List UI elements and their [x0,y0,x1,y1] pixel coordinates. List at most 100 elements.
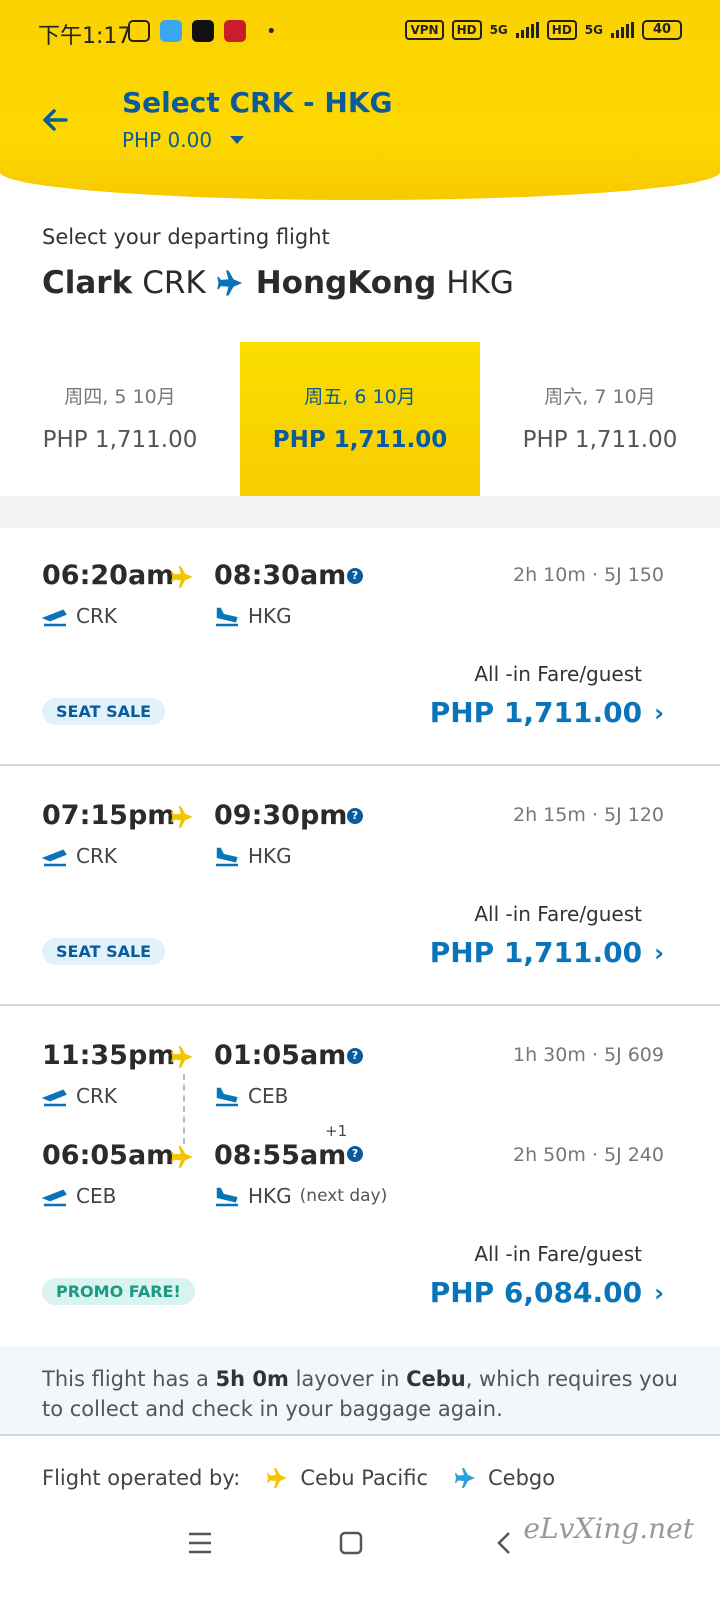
bank-app-icon [224,20,246,42]
route-label: Select your departing flight [42,225,330,249]
arrive-time: 08:55am [214,1140,347,1171]
dest-city: HongKong [255,265,437,301]
dest-airport: HKG (next day) [214,1184,387,1208]
back-icon[interactable] [494,1530,514,1556]
date-tab-day: 周四, 5 10月 [64,386,176,408]
help-icon[interactable]: ? [347,1048,363,1064]
origin-city: Clark [42,265,133,301]
plane-icon [171,566,193,588]
plane-icon [171,1146,193,1168]
seat-sale-badge: SEAT SALE [42,698,166,725]
landing-icon [216,847,238,867]
nfc-icon [128,20,150,42]
help-icon[interactable]: ? [347,808,363,824]
landing-icon [216,607,238,627]
vpn-badge: VPN [405,20,444,40]
plane-icon [171,1046,193,1068]
total-price: PHP 0.00 [122,128,213,152]
origin-airport: CRK [42,844,117,868]
net-5g-label: 5G [489,23,508,37]
layover-city: Cebu [406,1367,466,1391]
plane-icon [216,270,242,296]
operated-by-label: Flight operated by: [42,1466,241,1490]
dest-airport: HKG [214,844,292,868]
date-tab-sat[interactable]: 周六, 7 10月 PHP 1,711.00 [480,342,720,496]
arrive-time: 08:30am [214,560,347,591]
depart-time: 06:05am [42,1140,175,1171]
app-blue-icon [160,20,182,42]
chevron-right-icon: › [654,698,664,727]
battery-icon: 40 [642,20,682,40]
fare-label: All -in Fare/guest [474,902,642,926]
chevron-right-icon: › [654,938,664,967]
home-icon[interactable] [338,1530,364,1556]
date-tab-fri[interactable]: 周五, 6 10月 PHP 1,711.00 [240,342,480,496]
date-tab-day: 周六, 7 10月 [544,386,656,408]
takeoff-icon [42,1089,67,1107]
date-tab-price: PHP 1,711.00 [522,427,678,453]
plane-icon [455,1468,476,1488]
depart-time: 06:20am [42,560,175,591]
dest-airport: HKG [214,604,292,628]
connection-line [183,1074,185,1144]
signal-icon [515,22,539,38]
status-app-icons: • [128,20,277,42]
fare-label: All -in Fare/guest [474,1242,642,1266]
date-selector: 周四, 5 10月 PHP 1,711.00 周五, 6 10月 PHP 1,7… [0,342,720,496]
arrive-time: 09:30pm [214,800,348,831]
origin-airport: CEB [42,1184,116,1208]
carrier-cebu-pacific: Cebu Pacific [266,1466,428,1490]
date-tab-thu[interactable]: 周四, 5 10月 PHP 1,711.00 [0,342,240,496]
plane-icon [171,806,193,828]
arrive-time: 01:05am [214,1040,347,1071]
fare-price[interactable]: PHP 6,084.00 › [430,1276,664,1309]
net-5g-label-2: 5G [584,23,603,37]
hd-badge-2: HD [546,20,577,40]
flight-duration: 2h 15m · 5J 120 [513,804,664,826]
hd-badge: HD [451,20,482,40]
origin-airport: CRK [42,1084,117,1108]
route-title: Clark CRK HongKong HKG [42,265,514,301]
help-icon[interactable]: ? [347,568,363,584]
status-bar: 下午1:17 • VPN HD 5G HD 5G 40 [0,0,720,60]
flight-card[interactable]: 07:15pm 09:30pm ? 2h 15m · 5J 120 CRK HK… [0,768,720,1006]
fare-label: All -in Fare/guest [474,662,642,686]
status-indicators: VPN HD 5G HD 5G 40 [405,20,682,40]
total-price-toggle[interactable]: PHP 0.00 [122,128,245,152]
layover-duration: 5h 0m [215,1367,289,1391]
flight-duration: 1h 30m · 5J 609 [513,1044,664,1066]
depart-time: 07:15pm [42,800,176,831]
help-icon[interactable]: ? [347,1146,363,1162]
chevron-right-icon: › [654,1278,664,1307]
seat-sale-badge: SEAT SALE [42,938,166,965]
signal-icon-2 [611,22,634,38]
takeoff-icon [42,609,67,627]
arrow-left-icon [43,109,68,131]
origin-airport: CRK [42,604,117,628]
header: 下午1:17 • VPN HD 5G HD 5G 40 Select CRK -… [0,0,720,200]
flight-card[interactable]: 06:20am 08:30am ? 2h 10m · 5J 150 CRK HK… [0,528,720,766]
fare-price[interactable]: PHP 1,711.00 › [430,696,664,729]
flight-duration: 2h 50m · 5J 240 [513,1144,664,1166]
takeoff-icon [42,849,67,867]
landing-icon [216,1087,238,1107]
fare-price[interactable]: PHP 1,711.00 › [430,936,664,969]
dot-icon: • [266,20,277,42]
dest-airport: CEB [214,1084,288,1108]
dest-code: HKG [446,265,514,301]
caret-down-icon [230,136,245,144]
date-tab-price: PHP 1,711.00 [42,427,198,453]
flight-card[interactable]: 11:35pm 01:05am ? 1h 30m · 5J 609 CRK CE… [0,1008,720,1346]
plane-icon [267,1468,288,1488]
origin-code: CRK [142,265,206,301]
section-divider [0,496,720,528]
tiktok-icon [192,20,214,42]
landing-icon [216,1187,238,1207]
back-button[interactable] [36,100,76,140]
page-title: Select CRK - HKG [122,86,393,119]
menu-icon[interactable] [186,1530,214,1556]
operated-by: Flight operated by: Cebu Pacific Cebgo [42,1466,555,1490]
takeoff-icon [42,1189,67,1207]
promo-fare-badge: PROMO FARE! [42,1278,195,1305]
carrier-cebgo: Cebgo [454,1466,555,1490]
